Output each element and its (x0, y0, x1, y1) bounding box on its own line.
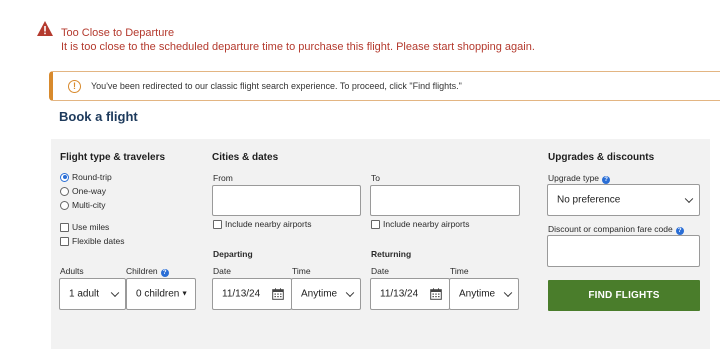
from-nearby-checkbox[interactable]: Include nearby airports (213, 218, 311, 230)
page-title: Book a flight (59, 109, 138, 124)
info-icon[interactable]: ? (675, 227, 684, 235)
error-title: Too Close to Departure (61, 27, 175, 39)
children-select[interactable]: 0 children ▼ (126, 278, 196, 310)
chevron-down-icon (345, 288, 355, 298)
checkbox-label: Flexible dates (72, 236, 125, 246)
checkbox-label: Include nearby airports (225, 219, 312, 229)
checkbox-label: Use miles (72, 222, 110, 232)
checkbox-icon[interactable] (60, 222, 69, 232)
radio-label: Multi-city (72, 200, 106, 210)
children-label-text: Children (126, 266, 158, 276)
calendar-icon[interactable] (272, 288, 284, 300)
info-icon[interactable]: ? (602, 176, 611, 184)
from-label: From (213, 173, 233, 183)
to-label: To (371, 173, 380, 183)
calendar-icon[interactable] (430, 288, 442, 300)
depart-date-value: 11/13/24 (222, 288, 261, 300)
upgrade-type-label: Upgrade type? (548, 173, 611, 184)
chevron-down-icon (110, 288, 120, 298)
upgrade-type-value: No preference (557, 194, 621, 206)
adults-label: Adults (60, 266, 84, 276)
depart-date-input[interactable]: 11/13/24 (212, 278, 292, 310)
checkbox-label: Include nearby airports (383, 219, 470, 229)
chevron-down-icon (503, 288, 513, 298)
flight-type-heading: Flight type & travelers (60, 152, 166, 163)
upgrades-heading: Upgrades & discounts (548, 152, 655, 163)
radio-label: One-way (72, 186, 107, 196)
discount-code-label-text: Discount or companion fare code (548, 224, 673, 234)
return-date-value: 11/13/24 (380, 288, 419, 300)
checkbox-icon[interactable] (213, 219, 222, 229)
depart-time-select[interactable]: Anytime (291, 278, 361, 310)
from-input[interactable] (212, 185, 361, 216)
radio-label: Round-trip (72, 172, 112, 182)
return-time-value: Anytime (459, 288, 496, 300)
cities-heading: Cities & dates (212, 152, 279, 163)
depart-time-label: Time (292, 266, 311, 276)
adults-value: 1 adult (69, 288, 100, 300)
children-value: 0 children (136, 288, 180, 300)
radio-round-trip[interactable]: Round-trip (60, 171, 112, 183)
radio-one-way[interactable]: One-way (60, 185, 106, 197)
info-icon[interactable]: ? (160, 269, 169, 277)
exclamation-circle-icon: ! (68, 80, 81, 93)
error-message: It is too close to the scheduled departu… (61, 41, 535, 53)
returning-label: Returning (371, 249, 412, 259)
checkbox-icon[interactable] (371, 219, 380, 229)
children-label: Children? (126, 266, 169, 277)
discount-code-input[interactable] (547, 235, 700, 267)
to-input[interactable] (370, 185, 520, 216)
radio-icon[interactable] (60, 186, 69, 196)
radio-multi-city[interactable]: Multi-city (60, 199, 106, 211)
redirect-notice: ! You've been redirected to our classic … (49, 71, 720, 101)
depart-time-value: Anytime (301, 288, 338, 300)
departing-label: Departing (213, 249, 253, 259)
adults-select[interactable]: 1 adult (59, 278, 126, 310)
return-time-select[interactable]: Anytime (449, 278, 519, 310)
notice-text: You've been redirected to our classic fl… (91, 81, 462, 91)
return-date-input[interactable]: 11/13/24 (370, 278, 450, 310)
flexible-dates-checkbox[interactable]: Flexible dates (60, 235, 124, 247)
error-alert: Too Close to Departure It is too close t… (36, 20, 706, 56)
upgrade-type-select[interactable]: No preference (547, 184, 700, 216)
use-miles-checkbox[interactable]: Use miles (60, 221, 109, 233)
depart-date-label: Date (213, 266, 231, 276)
radio-icon[interactable] (60, 200, 69, 210)
warning-icon (37, 21, 53, 36)
chevron-down-icon (684, 194, 694, 204)
checkbox-icon[interactable] (60, 236, 69, 246)
to-nearby-checkbox[interactable]: Include nearby airports (371, 218, 469, 230)
return-date-label: Date (371, 266, 389, 276)
return-time-label: Time (450, 266, 469, 276)
find-flights-button[interactable]: FIND FLIGHTS (548, 280, 700, 311)
discount-code-label: Discount or companion fare code? (548, 224, 684, 235)
upgrade-type-label-text: Upgrade type (548, 173, 600, 183)
radio-selected-icon[interactable] (60, 172, 69, 182)
caret-down-icon: ▼ (181, 290, 188, 298)
